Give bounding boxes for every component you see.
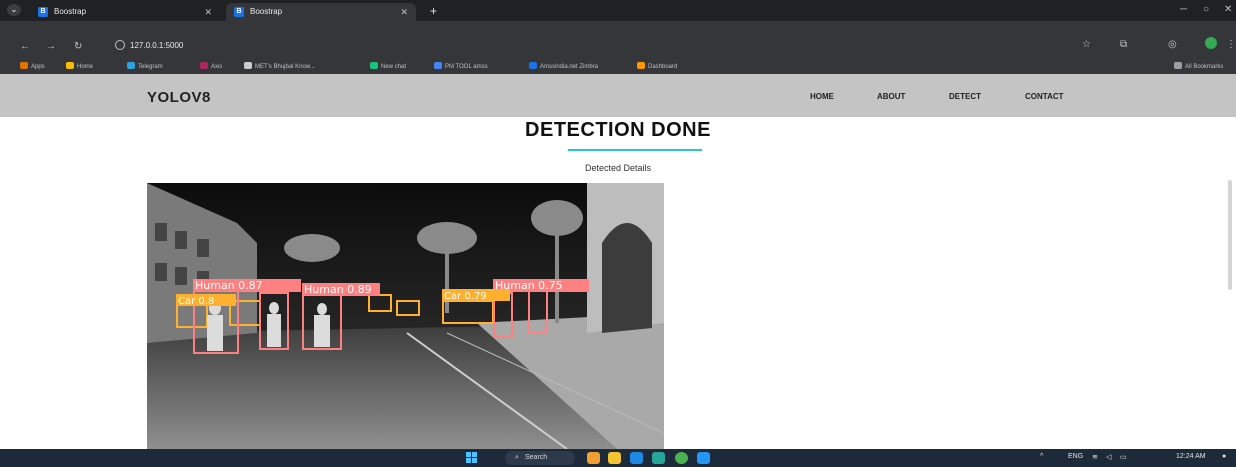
bookmark-new-chat[interactable]: New chat <box>370 62 406 70</box>
page-title: DETECTION DONE <box>525 119 711 141</box>
chat-icon <box>370 62 378 69</box>
car-label-1: Car 0.8 <box>176 294 236 307</box>
close-window-icon[interactable]: ✕ <box>1224 4 1232 15</box>
downloads-icon[interactable]: ◎ <box>1168 39 1177 50</box>
bootstrap-favicon-icon: B <box>38 7 48 17</box>
bookmarks-bar: Apps Home Telegram Axis MET's Bhujbal Kn… <box>0 59 1236 74</box>
folder-icon <box>1174 62 1182 69</box>
wifi-icon[interactable]: ≋ <box>1092 453 1098 461</box>
battery-icon[interactable]: ▭ <box>1120 453 1127 461</box>
page-scrollbar[interactable] <box>1228 180 1232 290</box>
pm-tool-icon <box>434 62 442 69</box>
copilot-icon[interactable] <box>587 452 600 464</box>
site-brand[interactable]: YOLOV8 <box>147 89 211 106</box>
bookmark-pm-tool[interactable]: PM TOOL amss <box>434 62 488 70</box>
edge-icon[interactable] <box>630 452 643 464</box>
bookmark-telegram[interactable]: Telegram <box>127 62 163 70</box>
language-indicator[interactable]: ENG <box>1068 453 1083 460</box>
dashboard-icon <box>637 62 645 69</box>
new-tab-icon[interactable]: + <box>430 3 437 19</box>
back-icon[interactable]: ← <box>20 41 30 52</box>
star-icon[interactable]: ☆ <box>1082 39 1091 50</box>
zimbra-icon <box>529 62 537 69</box>
browser-tab-1[interactable]: B Boostrap ✕ <box>30 3 220 21</box>
car-detection-label: Car 0.79 <box>444 291 487 302</box>
nav-detect[interactable]: DETECT <box>949 92 981 101</box>
browser-toolbar: ← → ↻ 127.0.0.1:5000 ☆ ⧉ ◎ ⋮ <box>0 21 1236 59</box>
extensions-icon[interactable]: ⧉ <box>1120 39 1127 50</box>
nav-home[interactable]: HOME <box>810 92 834 101</box>
maximize-icon[interactable]: ○ <box>1203 4 1209 15</box>
edge-dev-icon[interactable] <box>652 452 665 464</box>
all-bookmarks[interactable]: All Bookmarks <box>1174 62 1223 70</box>
tab-title: Boostrap <box>54 7 87 16</box>
address-bar[interactable]: 127.0.0.1:5000 <box>130 41 183 50</box>
tray-chevron-icon[interactable]: ^ <box>1040 453 1043 460</box>
tab-search-icon[interactable]: ⌄ <box>7 4 21 16</box>
forward-icon[interactable]: → <box>46 41 56 52</box>
clock[interactable]: 12:24 AM <box>1176 453 1206 460</box>
vscode-icon[interactable] <box>697 452 710 464</box>
met-icon <box>244 62 252 69</box>
bookmark-home[interactable]: Home <box>66 62 93 70</box>
home-icon <box>66 62 74 69</box>
human-label-2: Human 0.89 <box>302 283 380 296</box>
close-tab-icon[interactable]: ✕ <box>204 3 212 21</box>
taskbar-search[interactable]: ⌕ Search <box>505 451 575 465</box>
axis-icon <box>200 62 208 69</box>
chrome-icon[interactable] <box>675 452 688 464</box>
profile-avatar[interactable] <box>1205 37 1217 49</box>
car-label-2: Car 0.79 <box>442 289 510 302</box>
title-underline <box>568 149 702 151</box>
browser-tab-2[interactable]: B Boostrap ✕ <box>226 3 416 21</box>
tab-title: Boostrap <box>250 7 283 16</box>
bookmark-met[interactable]: MET's Bhujbal Know... <box>244 62 315 70</box>
human-label-1: Human 0.87 <box>193 279 301 292</box>
windows-start-icon[interactable] <box>466 452 478 464</box>
minimize-icon[interactable]: ─ <box>1180 4 1187 15</box>
browser-tab-bar: ⌄ B Boostrap ✕ B Boostrap ✕ + ─ ○ ✕ <box>0 0 1236 21</box>
close-tab-icon[interactable]: ✕ <box>400 3 408 21</box>
page-subtitle: Detected Details <box>584 163 652 173</box>
human-detection-label: Human 0.89 <box>304 283 372 296</box>
volume-icon[interactable]: ◁ <box>1106 453 1111 461</box>
notification-bell-icon[interactable]: ● <box>1222 453 1226 460</box>
apps-icon <box>20 62 28 69</box>
menu-icon[interactable]: ⋮ <box>1226 39 1236 50</box>
nav-about[interactable]: ABOUT <box>877 92 905 101</box>
site-navbar: YOLOV8 HOME ABOUT DETECT CONTACT <box>0 74 1236 117</box>
bookmark-apps[interactable]: Apps <box>20 62 45 70</box>
detection-result-image: Human 0.87 Human 0.89 Human 0.75 Car 0.8… <box>147 183 664 449</box>
bookmark-axis[interactable]: Axis <box>200 62 222 70</box>
site-info-icon[interactable] <box>115 40 125 50</box>
bootstrap-favicon-icon: B <box>234 7 244 17</box>
reload-icon[interactable]: ↻ <box>74 41 82 52</box>
bookmark-dashboard[interactable]: Dashboard <box>637 62 677 70</box>
file-explorer-icon[interactable] <box>608 452 621 464</box>
nav-contact[interactable]: CONTACT <box>1025 92 1064 101</box>
car-detection-label: Car 0.8 <box>178 296 214 307</box>
human-detection-label: Human 0.87 <box>195 279 263 292</box>
telegram-icon <box>127 62 135 69</box>
os-taskbar: ⌕ Search ^ ENG ≋ ◁ ▭ 12:24 AM ● <box>0 449 1236 467</box>
bookmark-zimbra[interactable]: Amssindia.net Zimbra <box>529 62 598 70</box>
search-icon: ⌕ <box>515 454 519 461</box>
